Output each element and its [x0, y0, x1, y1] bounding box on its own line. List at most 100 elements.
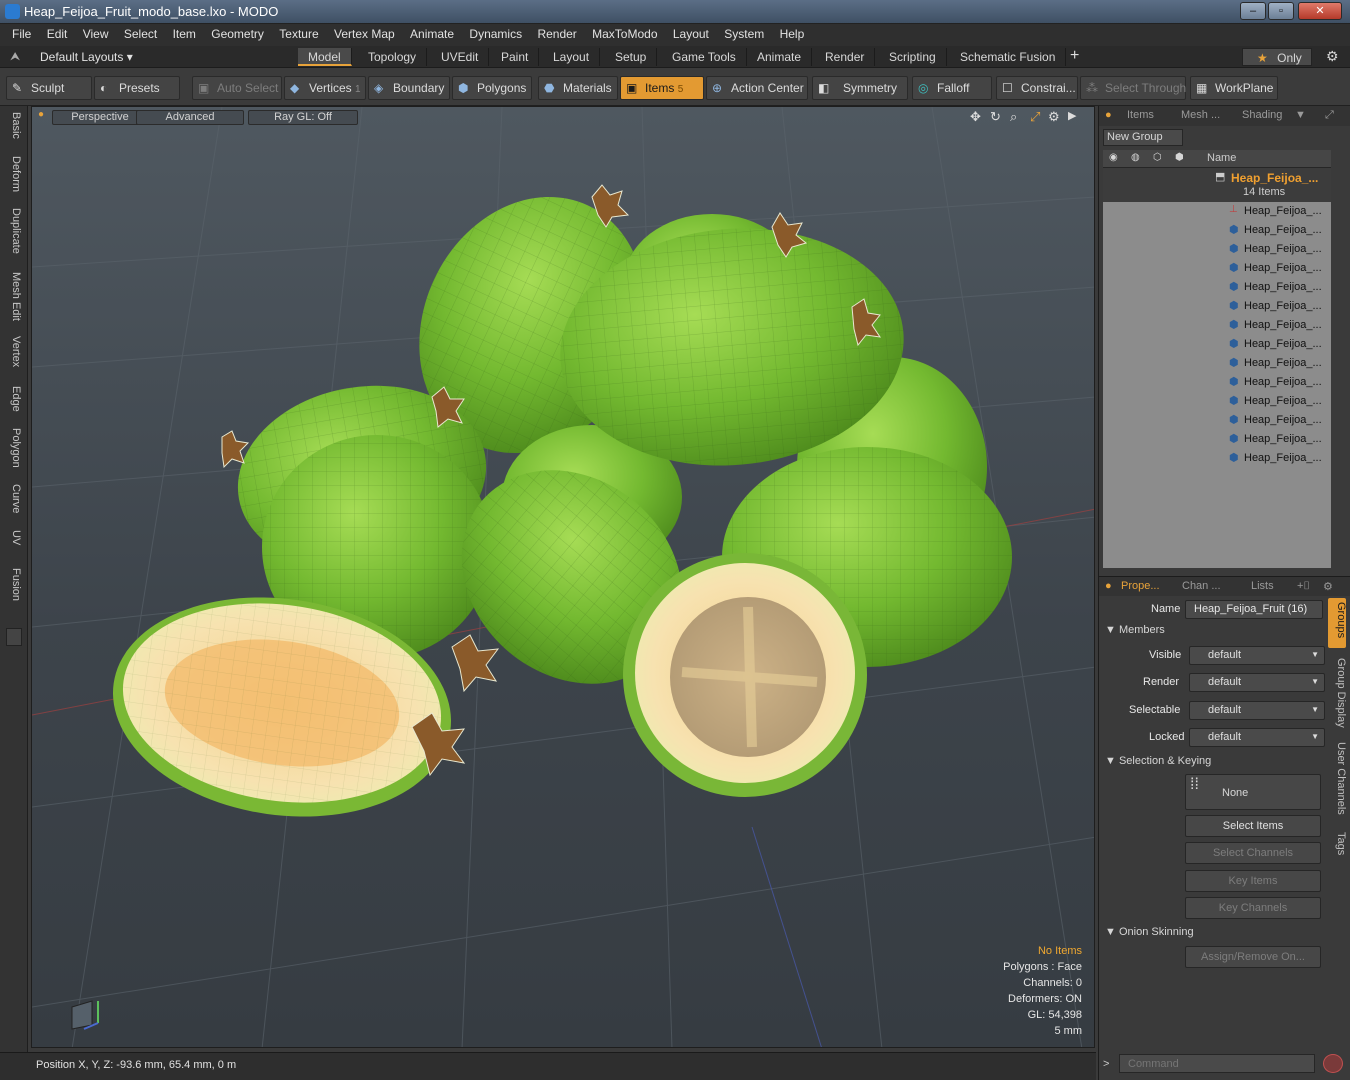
menu-geometry[interactable]: Geometry	[211, 24, 264, 41]
record-icon[interactable]	[1323, 1054, 1343, 1073]
polygons-button[interactable]: ⬢ Polygons	[452, 76, 532, 100]
list-item[interactable]: ⬢ Heap_Feijoa_...	[1103, 392, 1331, 411]
list-item[interactable]: ⬢ Heap_Feijoa_...	[1103, 373, 1331, 392]
render-dropdown[interactable]: default	[1189, 673, 1325, 692]
tab-groups[interactable]: Groups	[1329, 602, 1347, 638]
add-tab-icon[interactable]: +	[1070, 47, 1079, 65]
tab-menu-arrow-icon[interactable]: ▼	[1295, 109, 1306, 121]
menu-edit[interactable]: Edit	[47, 24, 68, 41]
symmetry-button[interactable]: ◧ Symmetry	[812, 76, 908, 100]
3d-viewport[interactable]: ● Perspective Advanced Ray GL: Off ✥ ↻ ⌕…	[31, 106, 1095, 1048]
assign-remove-button[interactable]: Assign/Remove On...	[1185, 946, 1321, 968]
falloff-button[interactable]: ◎ Falloff	[912, 76, 992, 100]
panel-settings-icon[interactable]: ⚙	[1323, 580, 1333, 593]
tab-shading[interactable]: Shading	[1242, 109, 1282, 121]
list-item[interactable]: ⬢ Heap_Feijoa_...	[1103, 240, 1331, 259]
list-item[interactable]: ⊥ Heap_Feijoa_...	[1103, 202, 1331, 221]
sculpt-button[interactable]: ✎ Sculpt	[6, 76, 92, 100]
tab-animate[interactable]: Animate	[747, 48, 813, 66]
constraints-button[interactable]: ☐ Constrai...	[996, 76, 1078, 100]
tab-model[interactable]: Model	[298, 48, 352, 66]
viewport-menu-arrow-icon[interactable]: ▶	[1068, 109, 1076, 122]
vertices-button[interactable]: ◆ Vertices 1	[284, 76, 366, 100]
menu-maxtomodo[interactable]: MaxToModo	[592, 24, 657, 41]
expand-panel-icon[interactable]: ⤢	[1325, 109, 1334, 122]
key-channels-button[interactable]: Key Channels	[1185, 897, 1321, 919]
selection-keying-section[interactable]: ▼ Selection & Keying	[1105, 755, 1211, 767]
menu-file[interactable]: File	[12, 24, 31, 41]
workplane-button[interactable]: ▦ WorkPlane	[1190, 76, 1278, 100]
action-center-button[interactable]: ⊕ Action Center	[706, 76, 808, 100]
zoom-icon[interactable]: ⌕	[1010, 109, 1017, 125]
tab-deform[interactable]: Deform	[4, 156, 22, 192]
tab-paint[interactable]: Paint	[491, 48, 540, 66]
list-item[interactable]: ⬢ Heap_Feijoa_...	[1103, 335, 1331, 354]
items-button[interactable]: ▣ Items 5	[620, 76, 704, 100]
new-group-button[interactable]: New Group	[1103, 129, 1183, 146]
list-item[interactable]: ⬢ Heap_Feijoa_...	[1103, 297, 1331, 316]
tab-items[interactable]: Items	[1127, 109, 1154, 121]
rotate-icon[interactable]: ↻	[990, 109, 1001, 125]
tab-edge[interactable]: Edge	[4, 386, 22, 412]
tab-setup[interactable]: Setup	[605, 48, 658, 66]
menu-select[interactable]: Select	[124, 24, 157, 41]
select-channels-button[interactable]: Select Channels	[1185, 842, 1321, 864]
add-tab-icon[interactable]: +⌷	[1297, 580, 1310, 593]
selectable-dropdown[interactable]: default	[1189, 701, 1325, 720]
view-type-button[interactable]: Perspective	[52, 110, 148, 125]
menu-texture[interactable]: Texture	[279, 24, 318, 41]
tab-user-channels[interactable]: User Channels	[1329, 742, 1347, 815]
menu-render[interactable]: Render	[537, 24, 576, 41]
menu-animate[interactable]: Animate	[410, 24, 454, 41]
tab-expand-button[interactable]	[6, 628, 22, 646]
list-item[interactable]: ⬢ Heap_Feijoa_...	[1103, 259, 1331, 278]
command-input[interactable]	[1119, 1054, 1315, 1073]
tab-game-tools[interactable]: Game Tools	[662, 48, 747, 66]
tab-schematic-fusion[interactable]: Schematic Fusion	[950, 48, 1067, 66]
list-item[interactable]: ⬢ Heap_Feijoa_...	[1103, 278, 1331, 297]
tab-fusion[interactable]: Fusion	[4, 568, 22, 601]
tab-render[interactable]: Render	[815, 48, 876, 66]
selection-set-button[interactable]: ⁞⁞ None	[1185, 774, 1321, 810]
layout-arrow-icon[interactable]: ⮝	[10, 49, 20, 64]
tab-vertex[interactable]: Vertex	[4, 336, 22, 367]
list-item[interactable]: ⬢ Heap_Feijoa_...	[1103, 354, 1331, 373]
tab-scripting[interactable]: Scripting	[879, 48, 947, 66]
tab-duplicate[interactable]: Duplicate	[4, 208, 22, 254]
select-items-button[interactable]: Select Items	[1185, 815, 1321, 837]
list-item[interactable]: ⬢ Heap_Feijoa_...	[1103, 449, 1331, 468]
menu-vertex-map[interactable]: Vertex Map	[334, 24, 395, 41]
auto-select-button[interactable]: ▣ Auto Select	[192, 76, 282, 100]
menu-system[interactable]: System	[724, 24, 764, 41]
menu-item[interactable]: Item	[173, 24, 196, 41]
tab-polygon[interactable]: Polygon	[4, 428, 22, 468]
tab-lists[interactable]: Lists	[1251, 580, 1274, 592]
raygl-button[interactable]: Ray GL: Off	[248, 110, 358, 125]
menu-view[interactable]: View	[83, 24, 109, 41]
locked-dropdown[interactable]: default	[1189, 728, 1325, 747]
tab-tags[interactable]: Tags	[1329, 832, 1347, 855]
tab-group-display[interactable]: Group Display	[1329, 658, 1347, 728]
tab-mesh-edit[interactable]: Mesh Edit	[4, 272, 22, 321]
settings-gear-icon[interactable]: ⚙	[1326, 48, 1339, 65]
group-row[interactable]: ⬒ Heap_Feijoa_... 14 Items	[1103, 168, 1331, 202]
menu-help[interactable]: Help	[780, 24, 805, 41]
list-item[interactable]: ⬢ Heap_Feijoa_...	[1103, 316, 1331, 335]
select-through-button[interactable]: ⁂ Select Through	[1080, 76, 1186, 100]
onion-skinning-section[interactable]: ▼ Onion Skinning	[1105, 926, 1194, 938]
pan-icon[interactable]: ✥	[970, 109, 981, 125]
name-field[interactable]: Heap_Feijoa_Fruit (16)	[1185, 600, 1323, 619]
key-items-button[interactable]: Key Items	[1185, 870, 1321, 892]
tab-mesh[interactable]: Mesh ...	[1181, 109, 1220, 121]
menu-layout[interactable]: Layout	[673, 24, 709, 41]
tab-properties[interactable]: Prope...	[1121, 580, 1160, 592]
menu-dynamics[interactable]: Dynamics	[469, 24, 522, 41]
tab-topology[interactable]: Topology	[358, 48, 428, 66]
tab-curve[interactable]: Curve	[4, 484, 22, 513]
viewport-settings-icon[interactable]: ⚙	[1048, 109, 1060, 125]
shading-mode-button[interactable]: Advanced	[136, 110, 244, 125]
members-section[interactable]: ▼ Members	[1105, 624, 1165, 636]
tab-layout[interactable]: Layout	[543, 48, 601, 66]
maximize-viewport-icon[interactable]: ⤢	[1030, 109, 1040, 125]
maximize-button[interactable]: ▫	[1268, 2, 1294, 20]
